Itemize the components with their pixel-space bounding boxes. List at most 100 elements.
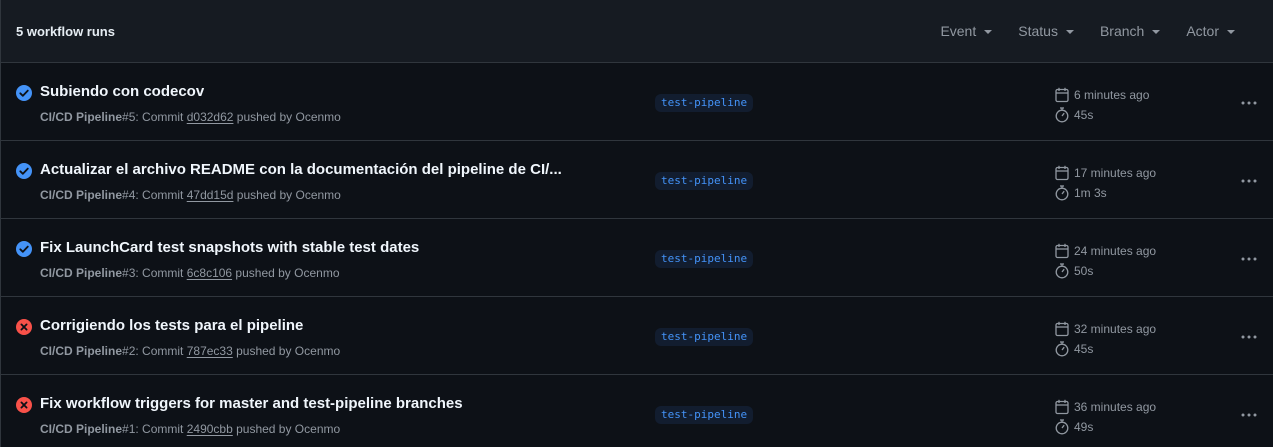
commit-sha-link[interactable]: 2490cbb: [187, 422, 233, 436]
calendar-icon: [1055, 87, 1069, 103]
run-meta: CI/CD Pipeline#3: Commit 6c8c106 pushed …: [40, 266, 340, 280]
status-filter-label: Status: [1018, 23, 1058, 39]
run-number: #3: [122, 266, 136, 280]
actor-filter-label: Actor: [1186, 23, 1219, 39]
pushed-by: pushed by Ocenmo: [233, 110, 341, 124]
stopwatch-icon: [1055, 341, 1069, 357]
kebab-horizontal-icon: [1241, 101, 1257, 105]
run-time-info: 17 minutes ago 1m 3s: [1055, 163, 1156, 203]
check-circle-icon: [16, 241, 32, 257]
chevron-down-icon: [1152, 29, 1161, 34]
run-time-ago: 24 minutes ago: [1074, 244, 1157, 258]
run-number: #4: [122, 188, 136, 202]
runs-list: Subiendo con codecov CI/CD Pipeline#5: C…: [1, 63, 1273, 447]
branch-label[interactable]: test-pipeline: [655, 406, 754, 424]
run-time-ago: 6 minutes ago: [1074, 88, 1150, 102]
commit-prefix: : Commit: [135, 344, 187, 358]
run-title-link[interactable]: Corrigiendo los tests para el pipeline: [40, 317, 303, 334]
calendar-icon: [1055, 165, 1069, 181]
branch-label[interactable]: test-pipeline: [655, 94, 754, 112]
actor-filter-button[interactable]: Actor: [1173, 23, 1248, 39]
workflow-name: CI/CD Pipeline: [40, 266, 123, 280]
workflow-name: CI/CD Pipeline: [40, 110, 123, 124]
pushed-by: pushed by Ocenmo: [232, 344, 341, 358]
kebab-horizontal-icon: [1241, 413, 1257, 417]
run-duration: 1m 3s: [1074, 186, 1107, 200]
run-meta: CI/CD Pipeline#5: Commit d032d62 pushed …: [40, 110, 341, 124]
workflow-runs-panel: 5 workflow runs Event Status Branch Acto…: [0, 0, 1273, 447]
run-actions-button[interactable]: [1239, 405, 1259, 425]
run-time-ago: 17 minutes ago: [1074, 166, 1157, 180]
run-number: #5: [122, 110, 136, 124]
runs-header: 5 workflow runs Event Status Branch Acto…: [1, 0, 1273, 63]
workflow-run-row: Fix workflow triggers for master and tes…: [1, 375, 1273, 447]
status-filter-button[interactable]: Status: [1005, 23, 1087, 39]
branch-label[interactable]: test-pipeline: [655, 250, 754, 268]
commit-prefix: : Commit: [135, 188, 187, 202]
run-number: #2: [122, 344, 136, 358]
run-duration: 45s: [1074, 342, 1094, 356]
calendar-icon: [1055, 399, 1069, 415]
run-time-ago: 36 minutes ago: [1074, 400, 1157, 414]
check-circle-icon: [16, 163, 32, 179]
run-actions-button[interactable]: [1239, 171, 1259, 191]
workflow-name: CI/CD Pipeline: [40, 344, 123, 358]
run-time-info: 24 minutes ago 50s: [1055, 241, 1156, 281]
branch-label[interactable]: test-pipeline: [655, 328, 754, 346]
pushed-by: pushed by Ocenmo: [232, 422, 341, 436]
x-circle-icon: [16, 319, 32, 335]
pushed-by: pushed by Ocenmo: [232, 266, 340, 280]
run-title-link[interactable]: Fix LaunchCard test snapshots with stabl…: [40, 239, 419, 256]
run-actions-button[interactable]: [1239, 327, 1259, 347]
commit-sha-link[interactable]: 6c8c106: [187, 266, 232, 280]
run-title-link[interactable]: Actualizar el archivo README con la docu…: [40, 161, 562, 178]
stopwatch-icon: [1055, 107, 1069, 123]
run-time-info: 36 minutes ago 49s: [1055, 397, 1156, 437]
event-filter-label: Event: [940, 23, 977, 39]
workflow-name: CI/CD Pipeline: [40, 188, 123, 202]
run-title-link[interactable]: Subiendo con codecov: [40, 83, 204, 100]
workflow-run-row: Actualizar el archivo README con la docu…: [1, 141, 1273, 219]
commit-prefix: : Commit: [135, 110, 187, 124]
x-circle-icon: [16, 397, 32, 413]
run-meta: CI/CD Pipeline#4: Commit 47dd15d pushed …: [40, 188, 341, 202]
run-actions-button[interactable]: [1239, 249, 1259, 269]
run-time-info: 6 minutes ago 45s: [1055, 85, 1149, 125]
run-time-info: 32 minutes ago 45s: [1055, 319, 1156, 359]
workflow-run-row: Fix LaunchCard test snapshots with stabl…: [1, 219, 1273, 297]
branch-label[interactable]: test-pipeline: [655, 172, 754, 190]
commit-prefix: : Commit: [135, 266, 187, 280]
pushed-by: pushed by Ocenmo: [233, 188, 341, 202]
event-filter-button[interactable]: Event: [927, 23, 1005, 39]
stopwatch-icon: [1055, 185, 1069, 201]
workflow-run-row: Corrigiendo los tests para el pipeline C…: [1, 297, 1273, 375]
run-number: #1: [122, 422, 136, 436]
calendar-icon: [1055, 321, 1069, 337]
kebab-horizontal-icon: [1241, 335, 1257, 339]
stopwatch-icon: [1055, 419, 1069, 435]
run-duration: 50s: [1074, 264, 1094, 278]
run-actions-button[interactable]: [1239, 93, 1259, 113]
workflow-name: CI/CD Pipeline: [40, 422, 123, 436]
check-circle-icon: [16, 85, 32, 101]
branch-filter-button[interactable]: Branch: [1087, 23, 1173, 39]
commit-sha-link[interactable]: 787ec33: [187, 344, 233, 358]
chevron-down-icon: [984, 29, 993, 34]
run-duration: 45s: [1074, 108, 1094, 122]
run-meta: CI/CD Pipeline#1: Commit 2490cbb pushed …: [40, 422, 340, 436]
commit-sha-link[interactable]: d032d62: [187, 110, 234, 124]
workflow-run-row: Subiendo con codecov CI/CD Pipeline#5: C…: [1, 63, 1273, 141]
run-duration: 49s: [1074, 420, 1094, 434]
commit-prefix: : Commit: [135, 422, 187, 436]
chevron-down-icon: [1065, 29, 1074, 34]
run-time-ago: 32 minutes ago: [1074, 322, 1157, 336]
runs-count-title: 5 workflow runs: [16, 23, 115, 39]
stopwatch-icon: [1055, 263, 1069, 279]
run-meta: CI/CD Pipeline#2: Commit 787ec33 pushed …: [40, 344, 340, 358]
run-title-link[interactable]: Fix workflow triggers for master and tes…: [40, 395, 463, 412]
filter-bar: Event Status Branch Actor: [927, 23, 1248, 39]
chevron-down-icon: [1227, 29, 1235, 34]
branch-filter-label: Branch: [1099, 23, 1145, 39]
kebab-horizontal-icon: [1241, 179, 1257, 183]
commit-sha-link[interactable]: 47dd15d: [187, 188, 234, 202]
